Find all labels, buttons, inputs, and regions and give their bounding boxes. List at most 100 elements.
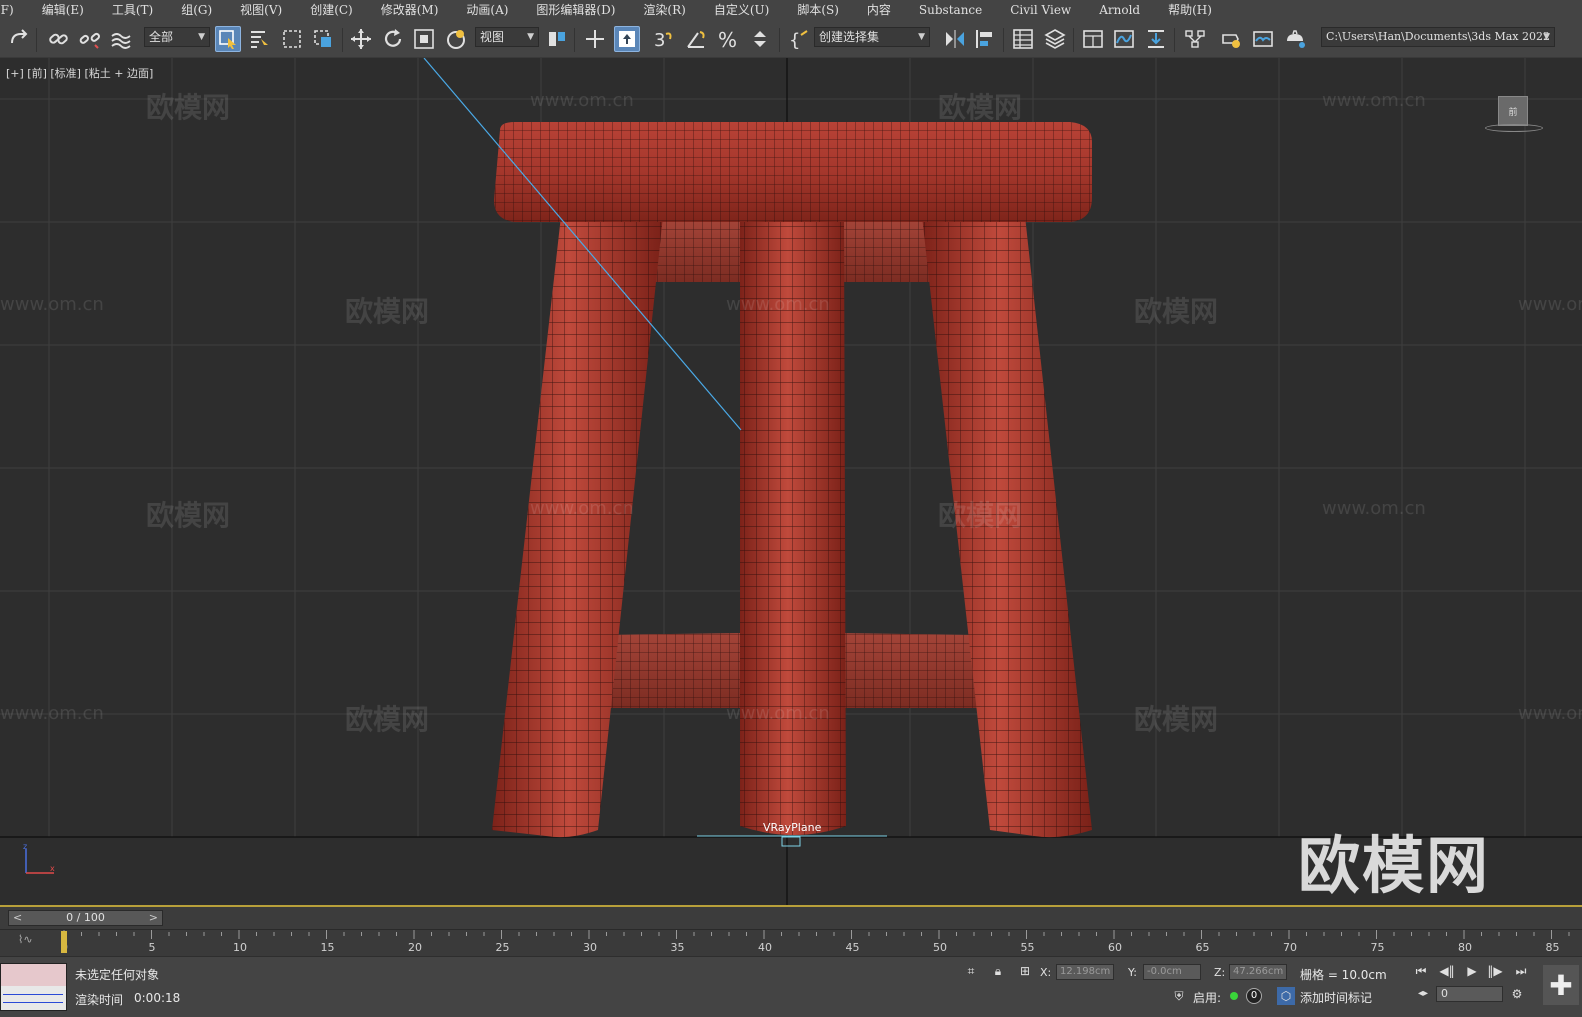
spinner-snap-icon[interactable] [747,26,773,52]
reference-coord-dropdown[interactable]: 视图 ▼ [475,27,539,47]
bind-space-warp-icon[interactable] [108,26,134,52]
time-tag-icon[interactable]: ⬡ [1277,987,1295,1005]
goto-end-icon[interactable]: ⏭ [1512,962,1530,980]
project-path-dropdown[interactable]: C:\Users\Han\Documents\3ds Max 2022 ▼ [1321,27,1555,47]
select-object-icon[interactable] [215,26,241,52]
menu-item[interactable]: 创建(C) [310,0,367,20]
axis-tripod-icon: z x [23,843,55,874]
prev-frame-icon[interactable]: ◀‖ [1438,962,1456,980]
time-config-icon[interactable]: ⚙ [1508,985,1526,1003]
menu-item[interactable]: 自定义(U) [714,0,783,20]
svg-text:{: { [789,30,800,51]
dope-sheet-icon[interactable] [1143,26,1169,52]
redo-icon[interactable] [6,26,32,52]
watermark-logo: 欧模网 [938,499,1023,532]
unlink-icon[interactable] [77,26,103,52]
track-tick-label: 80 [1458,941,1472,954]
time-slider[interactable]: < 0 / 100 > [8,910,163,926]
isolate-selection-icon[interactable]: ⌗ [962,962,980,980]
current-frame-field[interactable]: 0 [1436,986,1503,1002]
track-bar[interactable]: ⌇∿ 0510152025303540455055606570758085 [0,929,1582,956]
placement-icon[interactable] [443,26,469,52]
watermark-url: www.om.cn [1322,90,1426,111]
menu-item[interactable]: (F) [0,0,28,20]
pivot-center-icon[interactable] [544,26,570,52]
add-viewport-icon[interactable]: ✚ [1543,965,1579,1005]
menu-item[interactable]: Substance [919,0,996,20]
play-icon[interactable]: ▶ [1463,962,1481,980]
curve-editor-icon[interactable] [1111,26,1137,52]
snaps-toggle-icon[interactable]: 3 [650,26,676,52]
watermark-url: www.om.cn [1322,498,1426,519]
svg-text:z: z [23,843,27,851]
schematic-view-icon[interactable] [1182,26,1208,52]
toggle-ribbon-icon[interactable] [1080,26,1106,52]
viewcube-compass-ring[interactable] [1485,124,1543,132]
mirror-icon[interactable] [942,26,968,52]
percent-snap-icon[interactable]: % [715,26,741,52]
selection-lock-icon[interactable]: 🔒︎ [989,962,1007,980]
edit-named-selection-icon[interactable]: { [786,26,812,52]
selection-filter-dropdown[interactable]: 全部 ▼ [144,27,210,47]
viewport-front[interactable]: [+] [前] [标准] [粘土 + 边面] 欧模网 www.om.cn 欧模网… [0,58,1582,907]
viewcube[interactable]: 前 [1498,96,1528,126]
absolute-mode-icon[interactable]: ⊞ [1016,962,1034,980]
rendered-frame-window-icon[interactable] [1250,26,1276,52]
enable-label: 启用: [1193,991,1222,1005]
menu-item[interactable]: 图形编辑器(D) [536,0,629,20]
scene-explorer-icon[interactable] [1010,26,1036,52]
track-ruler[interactable]: 0510152025303540455055606570758085 [60,930,1575,957]
selection-status: 未选定任何对象 [75,968,160,982]
z-coord-label: Z: [1214,966,1226,979]
menu-item[interactable]: 内容 [867,0,905,20]
menu-item[interactable]: Civil View [1010,0,1085,20]
rectangular-selection-icon[interactable] [279,26,305,52]
adaptive-degradation-icon[interactable]: ⛨ [1170,987,1188,1005]
window-crossing-icon[interactable] [310,26,336,52]
track-tick-label: 25 [496,941,510,954]
menu-item[interactable]: 脚本(S) [797,0,853,20]
menu-item[interactable]: 动画(A) [466,0,522,20]
align-icon[interactable] [972,26,998,52]
menu-item[interactable]: 渲染(R) [643,0,699,20]
menu-item[interactable]: 工具(T) [112,0,167,20]
named-selection-dropdown[interactable]: 创建选择集 ▼ [814,27,930,47]
add-time-tag[interactable]: 添加时间标记 [1300,989,1372,1006]
menu-item[interactable]: Arnold [1099,0,1154,20]
rotate-icon[interactable] [380,26,406,52]
select-by-name-icon[interactable] [246,26,272,52]
angle-snap-icon[interactable] [683,26,709,52]
track-tick-label: 70 [1283,941,1297,954]
next-frame-icon[interactable]: ‖▶ [1486,962,1504,980]
x-coord-field[interactable]: 12.198cm [1056,964,1114,980]
move-icon[interactable] [348,26,374,52]
track-tick-label: 85 [1546,941,1560,954]
scale-icon[interactable] [411,26,437,52]
render-setup-icon[interactable] [1218,26,1244,52]
keyboard-shortcut-override-icon[interactable] [614,26,640,52]
watermark-url: www.om.cn [726,294,830,315]
select-manipulate-icon[interactable] [582,26,608,52]
time-next-button[interactable]: > [149,911,158,925]
goto-start-icon[interactable]: ⏮ [1412,962,1430,980]
menu-bar: (F) 编辑(E) 工具(T) 组(G) 视图(V) 创建(C) 修改器(M) 动画(A) 图形… [0,0,1582,20]
menu-item[interactable]: 视图(V) [240,0,296,20]
render-production-icon[interactable] [1282,26,1308,52]
maxscript-listener-mini[interactable] [0,963,67,1011]
key-mode-icon[interactable]: ◂▸ [1414,984,1432,1002]
menu-item[interactable]: 组(G) [181,0,226,20]
menu-item[interactable]: 帮助(H) [1168,0,1226,20]
menu-item[interactable]: 编辑(E) [42,0,98,20]
mini-curve-editor-icon[interactable]: ⌇∿ [18,933,33,946]
y-coord-label: Y: [1128,966,1137,979]
current-frame-marker[interactable] [61,931,67,953]
z-coord-field[interactable]: 47.266cm [1229,964,1287,980]
time-prev-button[interactable]: < [13,911,22,925]
viewport-label[interactable]: [+] [前] [标准] [粘土 + 边面] [6,65,153,81]
main-toolbar: 全部 ▼ 视图 ▼ 3 % {创建选择集 ▼ C:\Users\Han\Doc… [0,20,1582,58]
menu-item[interactable]: 修改器(M) [381,0,453,20]
y-coord-field[interactable]: -0.0cm [1143,964,1201,980]
link-icon[interactable] [46,26,72,52]
enable-count: 0 [1246,988,1262,1004]
layer-explorer-icon[interactable] [1042,26,1068,52]
